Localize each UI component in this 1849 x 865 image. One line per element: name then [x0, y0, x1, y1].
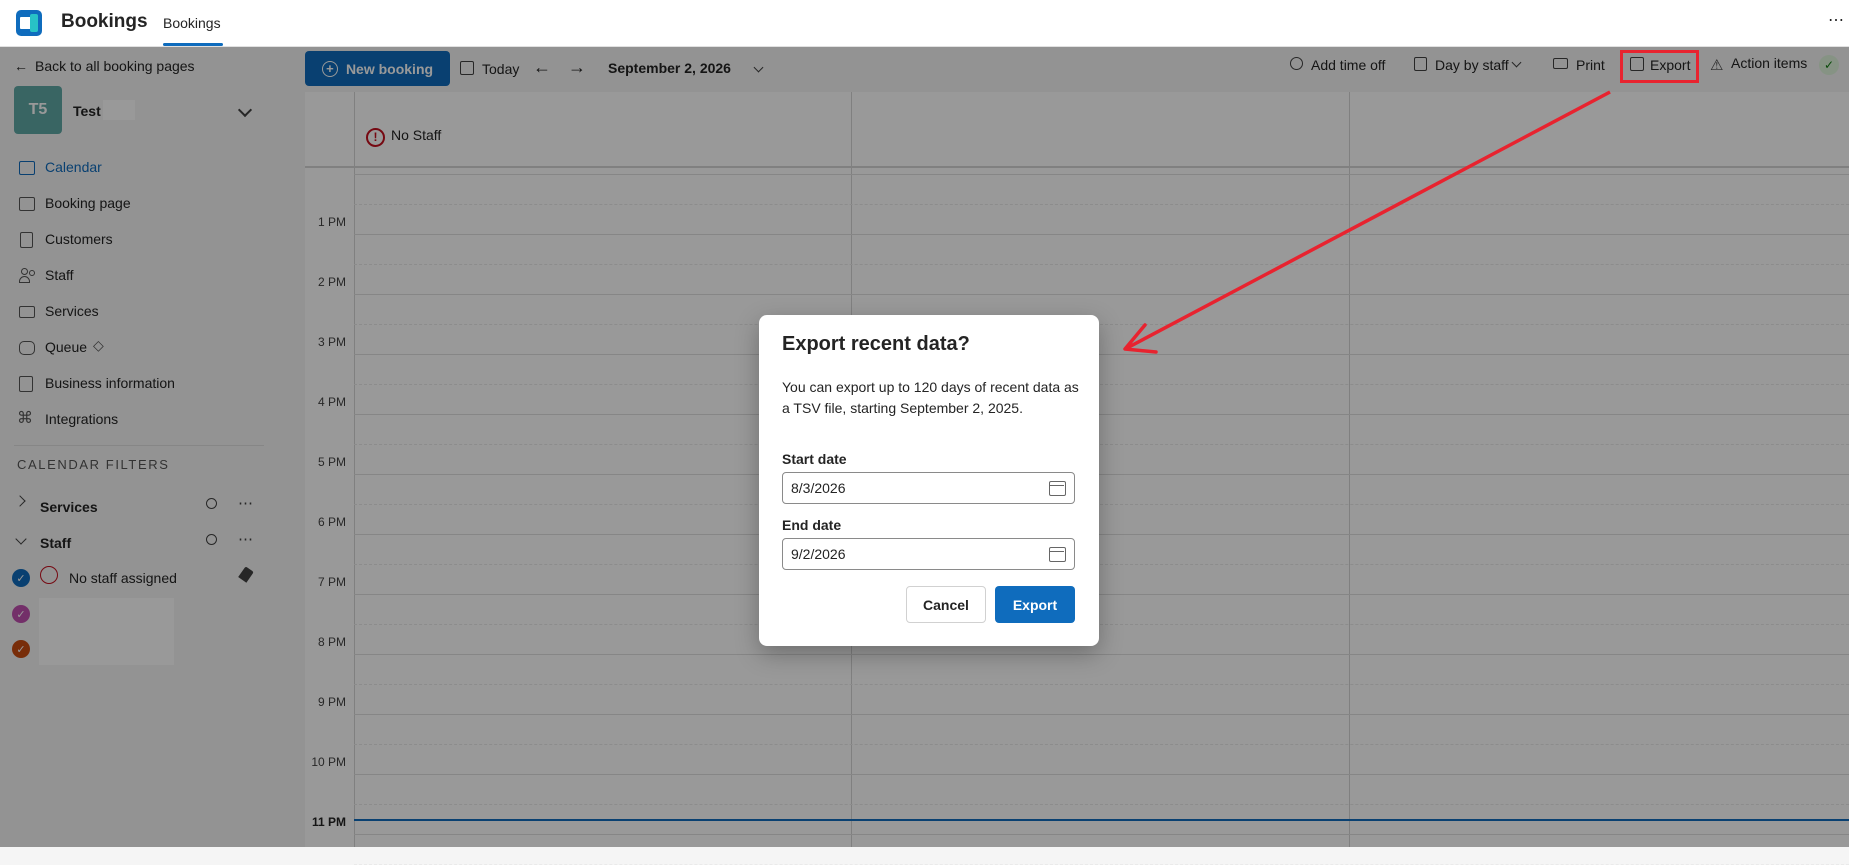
- cancel-button[interactable]: Cancel: [906, 586, 986, 623]
- annotation-arrow-shaft: [1126, 90, 1611, 350]
- start-date-input[interactable]: [782, 472, 1075, 504]
- dialog-description: You can export up to 120 days of recent …: [782, 379, 1079, 416]
- start-date-label: Start date: [782, 451, 847, 467]
- dialog-title: Export recent data?: [782, 333, 970, 355]
- export-confirm-button[interactable]: Export: [995, 586, 1075, 623]
- end-date-label: End date: [782, 517, 842, 533]
- calendar-icon[interactable]: [1049, 547, 1066, 562]
- calendar-icon[interactable]: [1049, 481, 1066, 496]
- end-date-input[interactable]: [782, 538, 1075, 570]
- annotation-arrow-head: [1123, 323, 1158, 354]
